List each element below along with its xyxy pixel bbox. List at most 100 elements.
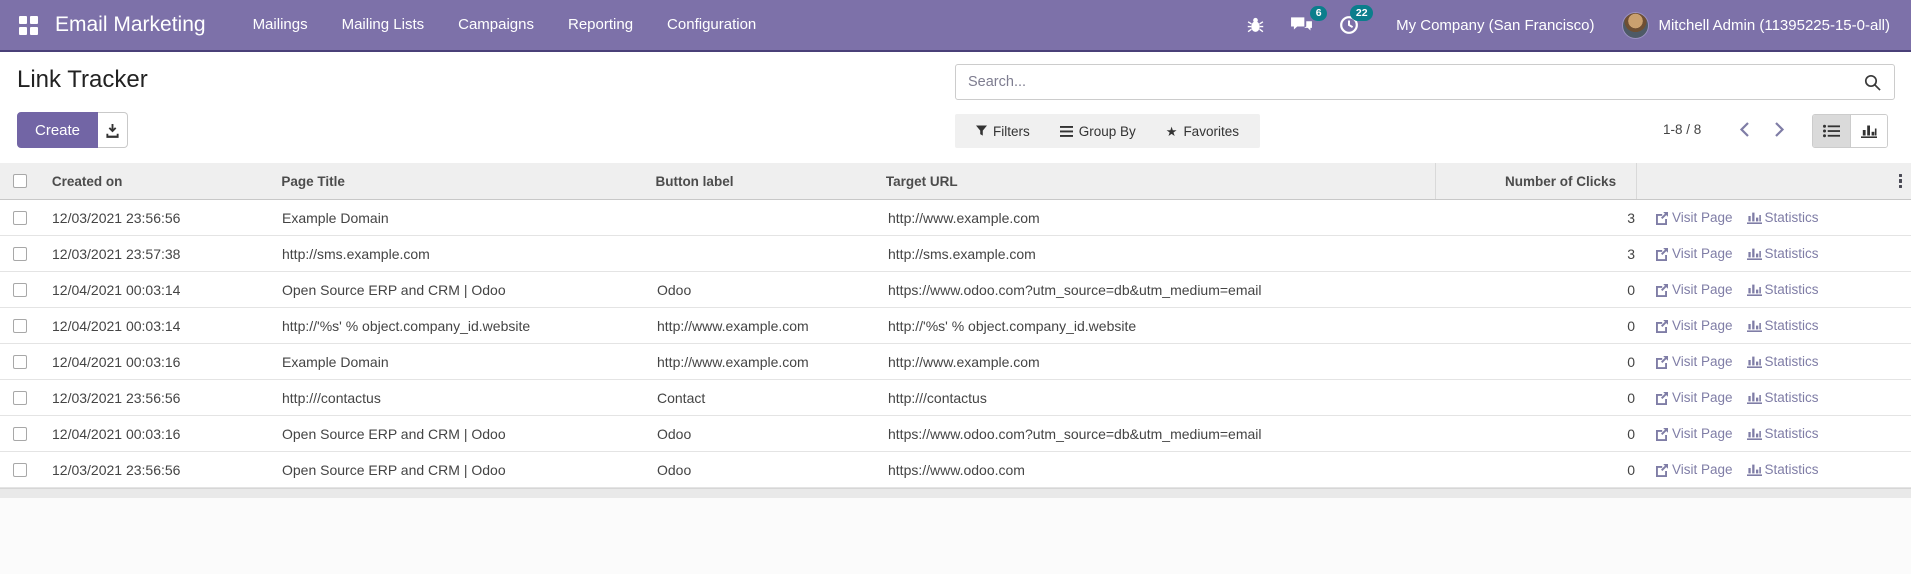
statistics-label: Statistics bbox=[1765, 210, 1819, 225]
target-url-cell: https://www.odoo.com bbox=[876, 462, 1438, 478]
group-by-button[interactable]: Group By bbox=[1045, 124, 1151, 139]
table-body: 12/03/2021 23:56:56 Example Domain http:… bbox=[0, 200, 1911, 488]
pager-next-button[interactable] bbox=[1767, 117, 1791, 141]
export-button[interactable] bbox=[98, 112, 128, 148]
user-avatar[interactable] bbox=[1622, 12, 1649, 39]
page-title-cell: Example Domain bbox=[270, 210, 645, 226]
row-select-cell[interactable] bbox=[0, 355, 40, 369]
page-title-cell: http://'%s' % object.company_id.website bbox=[270, 318, 645, 334]
row-select-cell[interactable] bbox=[0, 319, 40, 333]
table-header: Created on Page Title Button label Targe… bbox=[0, 163, 1911, 200]
visit-page-link[interactable]: Visit Page bbox=[1655, 426, 1733, 441]
visit-page-link[interactable]: Visit Page bbox=[1655, 390, 1733, 405]
clicks-cell: 3 bbox=[1438, 246, 1641, 262]
statistics-label: Statistics bbox=[1765, 426, 1819, 441]
row-checkbox[interactable] bbox=[13, 247, 27, 261]
column-header-button-label[interactable]: Button label bbox=[643, 163, 873, 199]
pager-previous-button[interactable] bbox=[1732, 117, 1756, 141]
statistics-icon bbox=[1747, 355, 1762, 368]
row-checkbox[interactable] bbox=[13, 211, 27, 225]
row-checkbox[interactable] bbox=[13, 427, 27, 441]
statistics-link[interactable]: Statistics bbox=[1747, 354, 1819, 369]
nav-item-campaigns[interactable]: Campaigns bbox=[441, 0, 551, 50]
company-switcher[interactable]: My Company (San Francisco) bbox=[1396, 17, 1594, 34]
row-checkbox[interactable] bbox=[13, 283, 27, 297]
optional-columns-toggle[interactable] bbox=[1896, 171, 1906, 192]
statistics-link[interactable]: Statistics bbox=[1747, 282, 1819, 297]
graph-view-button[interactable] bbox=[1850, 115, 1887, 147]
created-on-cell: 12/04/2021 00:03:16 bbox=[40, 426, 270, 442]
nav-item-reporting[interactable]: Reporting bbox=[551, 0, 650, 50]
button-label-cell: http://www.example.com bbox=[645, 318, 876, 334]
row-select-cell[interactable] bbox=[0, 391, 40, 405]
activities-icon[interactable]: 22 bbox=[1326, 15, 1372, 35]
table-row[interactable]: 12/04/2021 00:03:14 Open Source ERP and … bbox=[0, 272, 1911, 308]
column-header-target-url[interactable]: Target URL bbox=[874, 163, 1435, 199]
column-header-created-on[interactable]: Created on bbox=[40, 163, 269, 199]
visit-page-label: Visit Page bbox=[1672, 426, 1733, 441]
activities-badge: 22 bbox=[1350, 5, 1373, 21]
visit-page-link[interactable]: Visit Page bbox=[1655, 282, 1733, 297]
row-checkbox[interactable] bbox=[13, 463, 27, 477]
row-checkbox[interactable] bbox=[13, 319, 27, 333]
statistics-link[interactable]: Statistics bbox=[1747, 462, 1819, 477]
favorites-button[interactable]: ★ Favorites bbox=[1151, 124, 1254, 139]
empty-content-area bbox=[0, 498, 1911, 574]
nav-item-mailing-lists[interactable]: Mailing Lists bbox=[325, 0, 442, 50]
select-all-cell[interactable] bbox=[0, 163, 40, 199]
row-select-cell[interactable] bbox=[0, 211, 40, 225]
created-on-cell: 12/03/2021 23:56:56 bbox=[40, 210, 270, 226]
statistics-link[interactable]: Statistics bbox=[1747, 426, 1819, 441]
select-all-checkbox[interactable] bbox=[13, 174, 27, 188]
page-title-cell: http:///contactus bbox=[270, 390, 645, 406]
table-row[interactable]: 12/03/2021 23:56:56 Open Source ERP and … bbox=[0, 452, 1911, 488]
visit-page-link[interactable]: Visit Page bbox=[1655, 462, 1733, 477]
group-by-icon bbox=[1060, 126, 1073, 137]
nav-item-mailings[interactable]: Mailings bbox=[236, 0, 325, 50]
clicks-cell: 0 bbox=[1438, 354, 1641, 370]
row-select-cell[interactable] bbox=[0, 283, 40, 297]
row-checkbox[interactable] bbox=[13, 355, 27, 369]
apps-menu-icon[interactable] bbox=[19, 16, 38, 35]
row-select-cell[interactable] bbox=[0, 247, 40, 261]
column-header-actions bbox=[1637, 163, 1883, 199]
app-name[interactable]: Email Marketing bbox=[55, 13, 206, 37]
visit-page-link[interactable]: Visit Page bbox=[1655, 210, 1733, 225]
chevron-left-icon bbox=[1739, 121, 1750, 138]
create-button[interactable]: Create bbox=[17, 112, 98, 148]
table-row[interactable]: 12/04/2021 00:03:14 http://'%s' % object… bbox=[0, 308, 1911, 344]
filters-label: Filters bbox=[993, 124, 1030, 139]
page-title-cell: Open Source ERP and CRM | Odoo bbox=[270, 426, 645, 442]
page-title-cell: Example Domain bbox=[270, 354, 645, 370]
table-row[interactable]: 12/03/2021 23:56:56 Example Domain http:… bbox=[0, 200, 1911, 236]
visit-page-label: Visit Page bbox=[1672, 354, 1733, 369]
statistics-link[interactable]: Statistics bbox=[1747, 318, 1819, 333]
column-header-page-title[interactable]: Page Title bbox=[269, 163, 643, 199]
filters-button[interactable]: Filters bbox=[961, 124, 1045, 139]
table-row[interactable]: 12/04/2021 00:03:16 Example Domain http:… bbox=[0, 344, 1911, 380]
row-select-cell[interactable] bbox=[0, 427, 40, 441]
nav-item-configuration[interactable]: Configuration bbox=[650, 0, 773, 50]
messages-icon[interactable]: 6 bbox=[1277, 16, 1326, 35]
visit-page-link[interactable]: Visit Page bbox=[1655, 354, 1733, 369]
created-on-cell: 12/03/2021 23:56:56 bbox=[40, 462, 270, 478]
statistics-link[interactable]: Statistics bbox=[1747, 390, 1819, 405]
table-row[interactable]: 12/04/2021 00:03:16 Open Source ERP and … bbox=[0, 416, 1911, 452]
table-row[interactable]: 12/03/2021 23:57:38 http://sms.example.c… bbox=[0, 236, 1911, 272]
bug-icon[interactable] bbox=[1234, 16, 1277, 34]
statistics-link[interactable]: Statistics bbox=[1747, 246, 1819, 261]
column-header-number-of-clicks[interactable]: Number of Clicks bbox=[1435, 163, 1638, 199]
list-view-button[interactable] bbox=[1813, 115, 1850, 147]
visit-page-link[interactable]: Visit Page bbox=[1655, 318, 1733, 333]
row-checkbox[interactable] bbox=[13, 391, 27, 405]
search-icon[interactable] bbox=[1864, 74, 1881, 91]
search-input[interactable] bbox=[956, 74, 1864, 90]
visit-page-label: Visit Page bbox=[1672, 318, 1733, 333]
visit-page-link[interactable]: Visit Page bbox=[1655, 246, 1733, 261]
statistics-link[interactable]: Statistics bbox=[1747, 210, 1819, 225]
user-menu[interactable]: Mitchell Admin (11395225-15-0-all) bbox=[1658, 17, 1890, 34]
created-on-cell: 12/04/2021 00:03:14 bbox=[40, 318, 270, 334]
create-button-group: Create bbox=[17, 112, 128, 148]
row-select-cell[interactable] bbox=[0, 463, 40, 477]
table-row[interactable]: 12/03/2021 23:56:56 http:///contactus Co… bbox=[0, 380, 1911, 416]
